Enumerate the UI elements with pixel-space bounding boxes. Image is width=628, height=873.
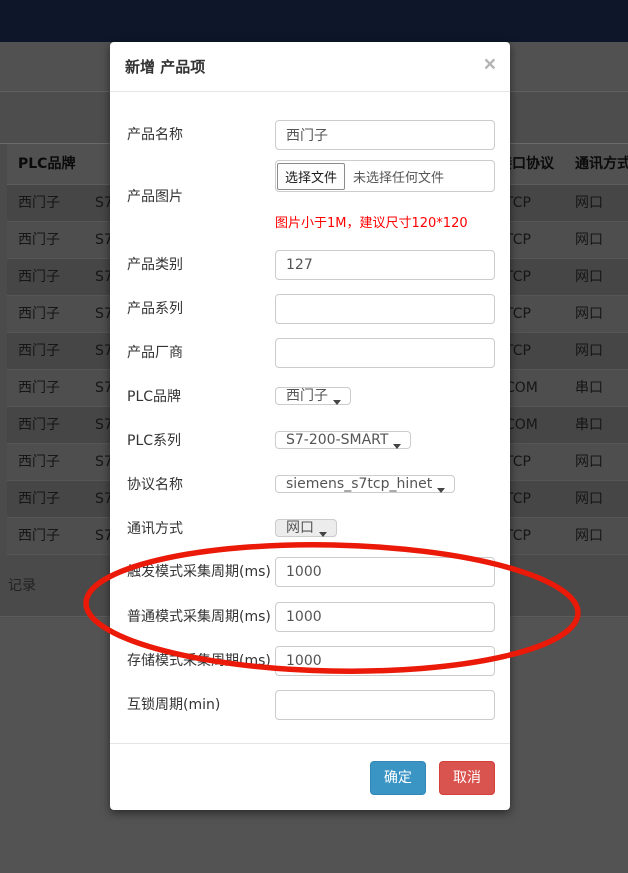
interlock-cycle-input[interactable]	[275, 690, 495, 720]
trigger-mode-cycle-field: 触发模式采集周期(ms)	[127, 557, 495, 587]
cell-plc-brand: 西门子	[18, 185, 60, 221]
records-count-text: 记录	[8, 555, 36, 617]
cell-comm-method: 网口	[575, 333, 603, 369]
cell-plc-brand: 西门子	[18, 259, 60, 295]
storage-mode-cycle-input[interactable]	[275, 646, 495, 676]
protocol-name-select[interactable]: siemens_s7tcp_hinet	[275, 475, 455, 493]
comm-method-value: 网口	[286, 520, 314, 536]
chevron-down-icon	[333, 400, 341, 405]
trigger-mode-cycle-input[interactable]	[275, 557, 495, 587]
file-input[interactable]: 选择文件 未选择任何文件	[275, 160, 495, 192]
close-icon[interactable]: ×	[484, 54, 496, 75]
cell-comm-method: 网口	[575, 444, 603, 480]
cell-comm-method: 网口	[575, 518, 603, 554]
product-vendor-input[interactable]	[275, 338, 495, 368]
product-name-field: 产品名称	[127, 120, 495, 150]
plc-series-field: PLC系列 S7-200-SMART	[127, 426, 495, 456]
cell-plc-brand: 西门子	[18, 333, 60, 369]
product-image-field: 产品图片 选择文件 未选择任何文件 图片小于1M，建议尺寸120*120	[127, 160, 495, 231]
protocol-name-value: siemens_s7tcp_hinet	[286, 476, 432, 492]
plc-brand-label: PLC品牌	[127, 382, 275, 412]
product-image-label: 产品图片	[127, 186, 275, 206]
plc-brand-select[interactable]: 西门子	[275, 387, 351, 405]
normal-mode-cycle-input[interactable]	[275, 602, 495, 632]
cell-plc-brand: 西门子	[18, 370, 60, 406]
product-vendor-label: 产品厂商	[127, 338, 275, 368]
interlock-cycle-label: 互锁周期(min)	[127, 690, 275, 720]
interlock-cycle-field: 互锁周期(min)	[127, 690, 495, 720]
normal-mode-cycle-label: 普通模式采集周期(ms)	[127, 602, 275, 632]
add-product-modal: 新增 产品项 × 产品名称 产品图片 选择文件 未选择任何文件 图片小于1M，建…	[110, 42, 510, 810]
product-name-input[interactable]	[275, 120, 495, 150]
comm-method-field: 通讯方式 网口	[127, 514, 495, 544]
column-header-plc-brand: PLC品牌	[18, 144, 75, 185]
modal-title: 新增 产品项	[125, 58, 205, 76]
product-category-field: 产品类别	[127, 250, 495, 280]
choose-file-button[interactable]: 选择文件	[277, 163, 345, 190]
plc-series-value: S7-200-SMART	[286, 432, 388, 448]
top-navbar	[0, 0, 628, 42]
cell-plc-brand: 西门子	[18, 518, 60, 554]
plc-brand-value: 西门子	[286, 388, 328, 404]
modal-header: 新增 产品项 ×	[110, 42, 510, 92]
product-category-input[interactable]	[275, 250, 495, 280]
cell-comm-method: 网口	[575, 259, 603, 295]
product-name-label: 产品名称	[127, 120, 275, 150]
product-category-label: 产品类别	[127, 250, 275, 280]
modal-body: 产品名称 产品图片 选择文件 未选择任何文件 图片小于1M，建议尺寸120*12…	[110, 92, 510, 720]
plc-series-label: PLC系列	[127, 426, 275, 456]
cell-plc-brand: 西门子	[18, 481, 60, 517]
storage-mode-cycle-field: 存储模式采集周期(ms)	[127, 646, 495, 676]
normal-mode-cycle-field: 普通模式采集周期(ms)	[127, 602, 495, 632]
chevron-down-icon	[437, 488, 445, 493]
cell-comm-method: 串口	[575, 407, 603, 443]
confirm-button[interactable]: 确定	[370, 761, 426, 795]
protocol-name-field: 协议名称 siemens_s7tcp_hinet	[127, 470, 495, 500]
cell-comm-method: 网口	[575, 481, 603, 517]
page: PLC品牌 接口协议 通讯方式 西门子 S7- TCP 网口 西门子 S7- T…	[0, 0, 628, 873]
chevron-down-icon	[393, 444, 401, 449]
comm-method-select: 网口	[275, 519, 337, 537]
cell-comm-method: 网口	[575, 185, 603, 221]
image-size-hint: 图片小于1M，建议尺寸120*120	[275, 212, 495, 231]
cell-plc-brand: 西门子	[18, 407, 60, 443]
modal-footer: 确定 取消	[110, 743, 510, 810]
product-series-field: 产品系列	[127, 294, 495, 324]
cell-plc-brand: 西门子	[18, 222, 60, 258]
cancel-button[interactable]: 取消	[439, 761, 495, 795]
cell-comm-method: 串口	[575, 370, 603, 406]
storage-mode-cycle-label: 存储模式采集周期(ms)	[127, 646, 275, 676]
cell-plc-brand: 西门子	[18, 444, 60, 480]
file-chosen-text: 未选择任何文件	[353, 167, 444, 186]
plc-brand-field: PLC品牌 西门子	[127, 382, 495, 412]
comm-method-label: 通讯方式	[127, 514, 275, 544]
product-series-input[interactable]	[275, 294, 495, 324]
column-header-comm-method: 通讯方式	[575, 144, 628, 185]
chevron-down-icon	[319, 532, 327, 537]
product-series-label: 产品系列	[127, 294, 275, 324]
cell-comm-method: 网口	[575, 222, 603, 258]
cell-plc-brand: 西门子	[18, 296, 60, 332]
trigger-mode-cycle-label: 触发模式采集周期(ms)	[127, 557, 275, 587]
product-vendor-field: 产品厂商	[127, 338, 495, 368]
plc-series-select[interactable]: S7-200-SMART	[275, 431, 411, 449]
cell-comm-method: 网口	[575, 296, 603, 332]
protocol-name-label: 协议名称	[127, 470, 275, 500]
